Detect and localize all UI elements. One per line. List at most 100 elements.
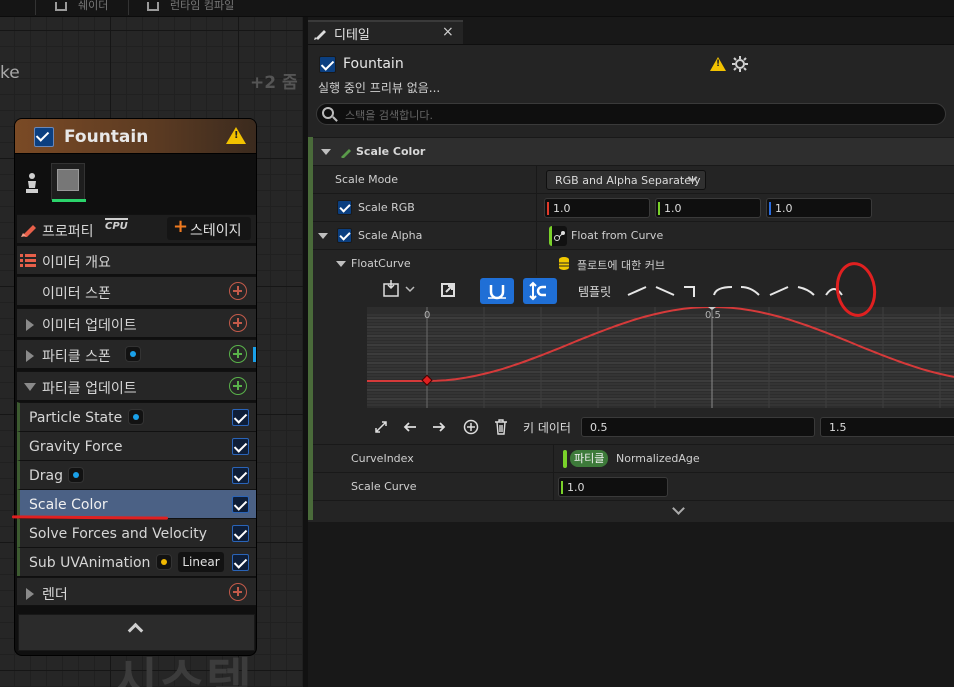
emitter-summary-row[interactable]: 이미터 개요	[17, 245, 256, 274]
stack-search-input[interactable]: 스택을 검색합니다.	[316, 103, 946, 125]
toolbar-label-1[interactable]: 쉐이더	[78, 0, 108, 13]
add-stage-button[interactable]: + 스테이지	[167, 216, 251, 240]
curve-plot[interactable]: 0 0.5	[367, 307, 954, 408]
emitter-thumbnail[interactable]	[51, 163, 86, 202]
module-enable-checkbox[interactable]	[232, 554, 249, 571]
expand-more-row[interactable]	[313, 500, 954, 522]
template-smooth-down-icon[interactable]	[797, 286, 815, 296]
expand-arrow-icon[interactable]	[26, 319, 34, 331]
particle-update-row[interactable]: 파티클 업데이트	[17, 371, 256, 400]
axis-label-05: 0.5	[705, 310, 721, 321]
interpolation-badge[interactable]: Linear	[178, 552, 224, 572]
scale-curve-field[interactable]: 1.0	[558, 477, 668, 497]
scale-alpha-value[interactable]: Float from Curve	[571, 229, 663, 242]
person-icon	[26, 173, 38, 193]
render-row[interactable]: 렌더	[17, 577, 256, 606]
module-enable-checkbox[interactable]	[232, 496, 249, 513]
warning-icon[interactable]: !	[710, 57, 726, 71]
key-time-field[interactable]: 0.5	[581, 417, 815, 437]
module-row[interactable]: Particle State	[17, 402, 256, 431]
module-row[interactable]: Drag	[17, 460, 256, 489]
section-title: Scale Color	[356, 145, 426, 158]
dynamic-input-pin	[563, 450, 567, 468]
key-value-field[interactable]: 1.5	[820, 417, 954, 437]
snap-time-button[interactable]	[523, 278, 557, 304]
toolbar-separator	[35, 0, 36, 15]
node-collapse-button[interactable]	[18, 614, 255, 651]
add-module-icon[interactable]	[229, 282, 247, 300]
scale-mode-dropdown[interactable]: RGB and Alpha Separately	[546, 170, 706, 190]
module-icon	[341, 149, 351, 158]
module-enable-checkbox[interactable]	[232, 525, 249, 542]
dynamic-input-icon[interactable]	[549, 226, 567, 246]
template-ease-in-icon[interactable]	[740, 286, 760, 296]
close-icon[interactable]: ×	[442, 24, 454, 40]
cpu-label: CPU	[105, 218, 128, 232]
collapse-arrow-icon[interactable]	[318, 233, 328, 239]
chevron-down-icon[interactable]	[672, 502, 685, 515]
module-label: Particle State	[29, 410, 123, 426]
module-enable-checkbox[interactable]	[232, 467, 249, 484]
dot-badge-icon	[128, 409, 144, 425]
node-header[interactable]: Fountain !	[15, 119, 256, 154]
scale-mode-row: Scale Mode RGB and Alpha Separately	[313, 165, 954, 194]
scale-alpha-checkbox[interactable]	[337, 228, 352, 243]
arrow-right-icon[interactable]	[432, 421, 446, 433]
module-label: Gravity Force	[29, 439, 123, 455]
section-header-scale-color[interactable]: Scale Color	[313, 137, 954, 165]
module-row[interactable]: Sub UVAnimation Linear	[17, 547, 256, 576]
particle-namespace-badge: 파티클	[570, 450, 609, 467]
module-row-selected[interactable]: Scale Color	[17, 489, 256, 518]
emitter-update-row[interactable]: 이미터 업데이트	[17, 308, 256, 337]
curve-index-value[interactable]: NormalizedAge	[616, 452, 700, 465]
emitter-enable-checkbox[interactable]	[34, 127, 54, 147]
emitter-node[interactable]: Fountain ! 프로퍼티 CPU + 스테이지 이미터 개요 이미터 스폰…	[14, 118, 257, 656]
expand-arrow-icon[interactable]	[26, 350, 34, 362]
template-linear-up-icon[interactable]	[627, 286, 647, 296]
collapse-arrow-icon[interactable]	[336, 261, 346, 267]
arrow-left-icon[interactable]	[403, 421, 417, 433]
add-key-icon[interactable]	[463, 419, 479, 435]
module-label: Sub UVAnimation	[29, 555, 151, 571]
properties-row[interactable]: 프로퍼티 CPU + 스테이지	[17, 214, 256, 243]
shader-icon[interactable]	[55, 2, 67, 11]
add-module-icon[interactable]	[229, 377, 247, 395]
node-graph-canvas[interactable]: ke +2 줌 시스템 Fountain ! 프로퍼티 CPU + 스테이지 이…	[0, 17, 303, 687]
trash-icon[interactable]	[494, 419, 508, 435]
dot-badge-icon	[156, 554, 172, 570]
compile-icon[interactable]	[147, 2, 159, 11]
collapse-arrow-icon[interactable]	[24, 383, 36, 391]
module-row[interactable]: Solve Forces and Velocity	[17, 518, 256, 547]
emitter-spawn-row[interactable]: 이미터 스폰	[17, 276, 256, 305]
particle-spawn-row[interactable]: 파티클 스폰	[17, 339, 256, 368]
toolbar-label-2[interactable]: 런타임 컴파일	[170, 0, 234, 13]
template-ease-out-icon[interactable]	[713, 286, 733, 296]
gear-icon[interactable]	[732, 56, 748, 72]
collapse-arrow-icon[interactable]	[321, 149, 331, 155]
warning-icon[interactable]: !	[226, 127, 246, 144]
scale-rgb-r-field[interactable]: 1.0	[544, 198, 650, 218]
module-row[interactable]: Gravity Force	[17, 431, 256, 460]
tab-details[interactable]: 디테일 ×	[308, 20, 463, 44]
key-data-row: 키 데이터 0.5 1.5	[338, 413, 954, 441]
curve-graph[interactable]: 0 0.5	[367, 307, 954, 408]
add-module-icon[interactable]	[229, 345, 247, 363]
scale-rgb-b-field[interactable]: 1.0	[766, 198, 872, 218]
template-linear-down-icon[interactable]	[655, 286, 675, 296]
snap-value-button[interactable]	[480, 278, 514, 304]
scale-rgb-checkbox[interactable]	[337, 200, 352, 215]
template-smooth-up-icon[interactable]	[769, 286, 789, 296]
expand-arrow-icon[interactable]	[26, 588, 34, 600]
open-external-icon[interactable]	[441, 283, 455, 297]
template-step-icon[interactable]	[684, 286, 695, 297]
output-pin	[256, 468, 257, 483]
scale-rgb-g-field[interactable]: 1.0	[655, 198, 761, 218]
object-enable-checkbox[interactable]	[319, 56, 336, 73]
curve-view-dropdown[interactable]	[382, 280, 415, 298]
add-module-icon[interactable]	[229, 583, 247, 601]
module-enable-checkbox[interactable]	[232, 409, 249, 426]
module-enable-checkbox[interactable]	[232, 438, 249, 455]
add-module-icon[interactable]	[229, 314, 247, 332]
node-title: Fountain	[64, 127, 149, 147]
fit-icon[interactable]	[374, 420, 388, 434]
